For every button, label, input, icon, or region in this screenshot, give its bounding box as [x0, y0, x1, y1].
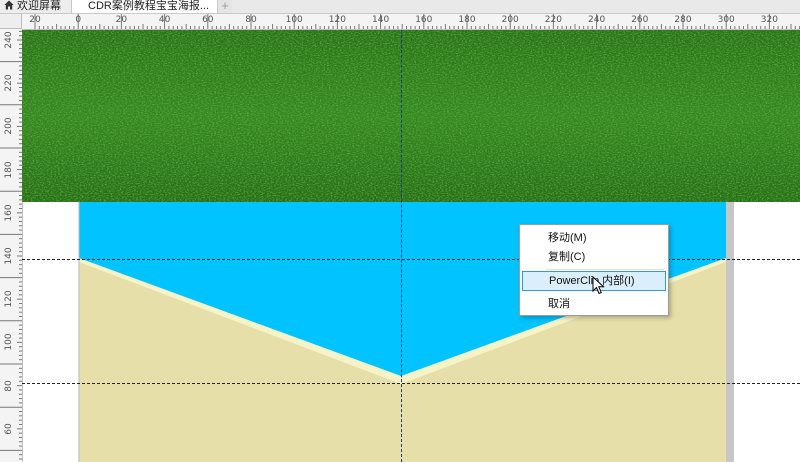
menu-item-move[interactable]: 移动(M) — [522, 228, 666, 248]
canvas-artwork — [78, 202, 726, 462]
horizontal-guideline[interactable] — [22, 259, 800, 260]
horizontal-guideline[interactable] — [22, 383, 800, 384]
pointer-cursor-icon — [592, 276, 605, 295]
page-edge-shadow — [726, 202, 734, 462]
vertical-guideline[interactable] — [401, 30, 402, 462]
menu-item-copy[interactable]: 复制(C) — [522, 247, 666, 267]
context-menu: 移动(M) 复制(C) PowerClip 内部(I) 取消 — [519, 224, 669, 316]
menu-separator — [546, 269, 664, 270]
menu-item-cancel[interactable]: 取消 — [522, 294, 666, 314]
